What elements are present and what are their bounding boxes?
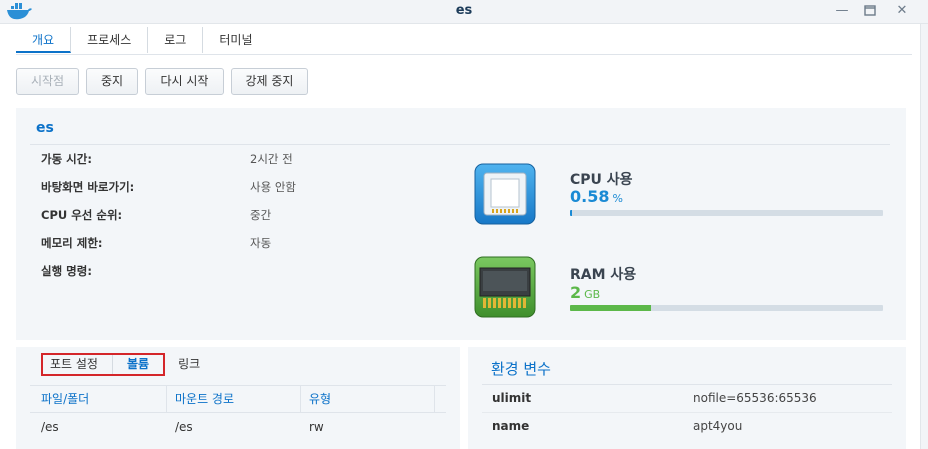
memory-limit-label: 메모리 제한: (41, 236, 103, 250)
uptime-value: 2시간 전 (250, 152, 293, 166)
column-header-type[interactable]: 유형 (309, 390, 331, 407)
uptime-label: 가동 시간: (41, 152, 92, 166)
window-right-border (920, 24, 928, 449)
tab-process[interactable]: 프로세스 (71, 27, 149, 53)
container-name: es (36, 120, 54, 136)
tabs-divider (16, 54, 912, 55)
memory-limit-value: 자동 (250, 236, 272, 250)
window-title: es (455, 3, 473, 18)
ram-usage-bar-fill (570, 305, 652, 311)
minimize-icon[interactable]: — (834, 3, 850, 19)
column-separator (434, 386, 435, 412)
table-top-divider (30, 385, 446, 386)
env-title: 환경 변수 (491, 360, 551, 378)
env-value-name: apt4you (693, 419, 743, 433)
ram-usage-bar (570, 305, 883, 311)
volume-file-cell[interactable]: /es (41, 420, 59, 434)
volume-mount-cell[interactable]: /es (175, 420, 193, 434)
command-label: 실행 명령: (41, 264, 92, 278)
main-tabs: 개요 프로세스 로그 터미널 (16, 27, 268, 54)
start-button[interactable]: 시작점 (16, 68, 79, 95)
ram-usage-value: 2 GB (570, 283, 601, 302)
tab-terminal[interactable]: 터미널 (203, 27, 268, 53)
ram-icon (474, 256, 536, 318)
restart-button[interactable]: 다시 시작 (145, 68, 224, 95)
env-key-ulimit: ulimit (492, 391, 532, 405)
cpu-priority-label: CPU 우선 순위: (41, 208, 123, 222)
stop-button[interactable]: 중지 (86, 68, 138, 95)
close-icon[interactable]: ✕ (894, 3, 910, 19)
env-row-divider (482, 412, 892, 413)
cpu-icon (474, 163, 536, 225)
desktop-shortcut-label: 바탕화면 바로가기: (41, 180, 135, 194)
title-bar: es — ✕ (0, 0, 928, 24)
tab-log[interactable]: 로그 (148, 27, 204, 53)
ram-usage-title: RAM 사용 (570, 267, 637, 283)
column-header-mount-path[interactable]: 마운트 경로 (175, 390, 234, 407)
desktop-shortcut-value: 사용 안함 (250, 180, 296, 194)
column-separator (300, 386, 301, 412)
info-divider (30, 144, 890, 145)
volume-type-cell[interactable]: rw (309, 420, 324, 434)
env-value-ulimit: nofile=65536:65536 (693, 391, 817, 405)
tab-overview[interactable]: 개요 (16, 27, 72, 53)
cpu-usage-value: 0.58% (570, 187, 623, 206)
column-separator (166, 386, 167, 412)
cpu-priority-value: 중간 (250, 208, 272, 222)
cpu-usage-bar (570, 210, 883, 216)
tab-links[interactable]: 링크 (164, 353, 214, 376)
force-stop-button[interactable]: 강제 중지 (231, 68, 308, 95)
maximize-icon[interactable] (862, 3, 878, 19)
env-divider (482, 384, 892, 385)
column-header-file-folder[interactable]: 파일/폴더 (41, 390, 89, 407)
cpu-usage-bar-fill (570, 210, 572, 216)
env-key-name: name (492, 419, 530, 433)
highlight-box (41, 353, 165, 376)
table-header-divider (30, 412, 446, 413)
cpu-usage-title: CPU 사용 (570, 172, 633, 188)
